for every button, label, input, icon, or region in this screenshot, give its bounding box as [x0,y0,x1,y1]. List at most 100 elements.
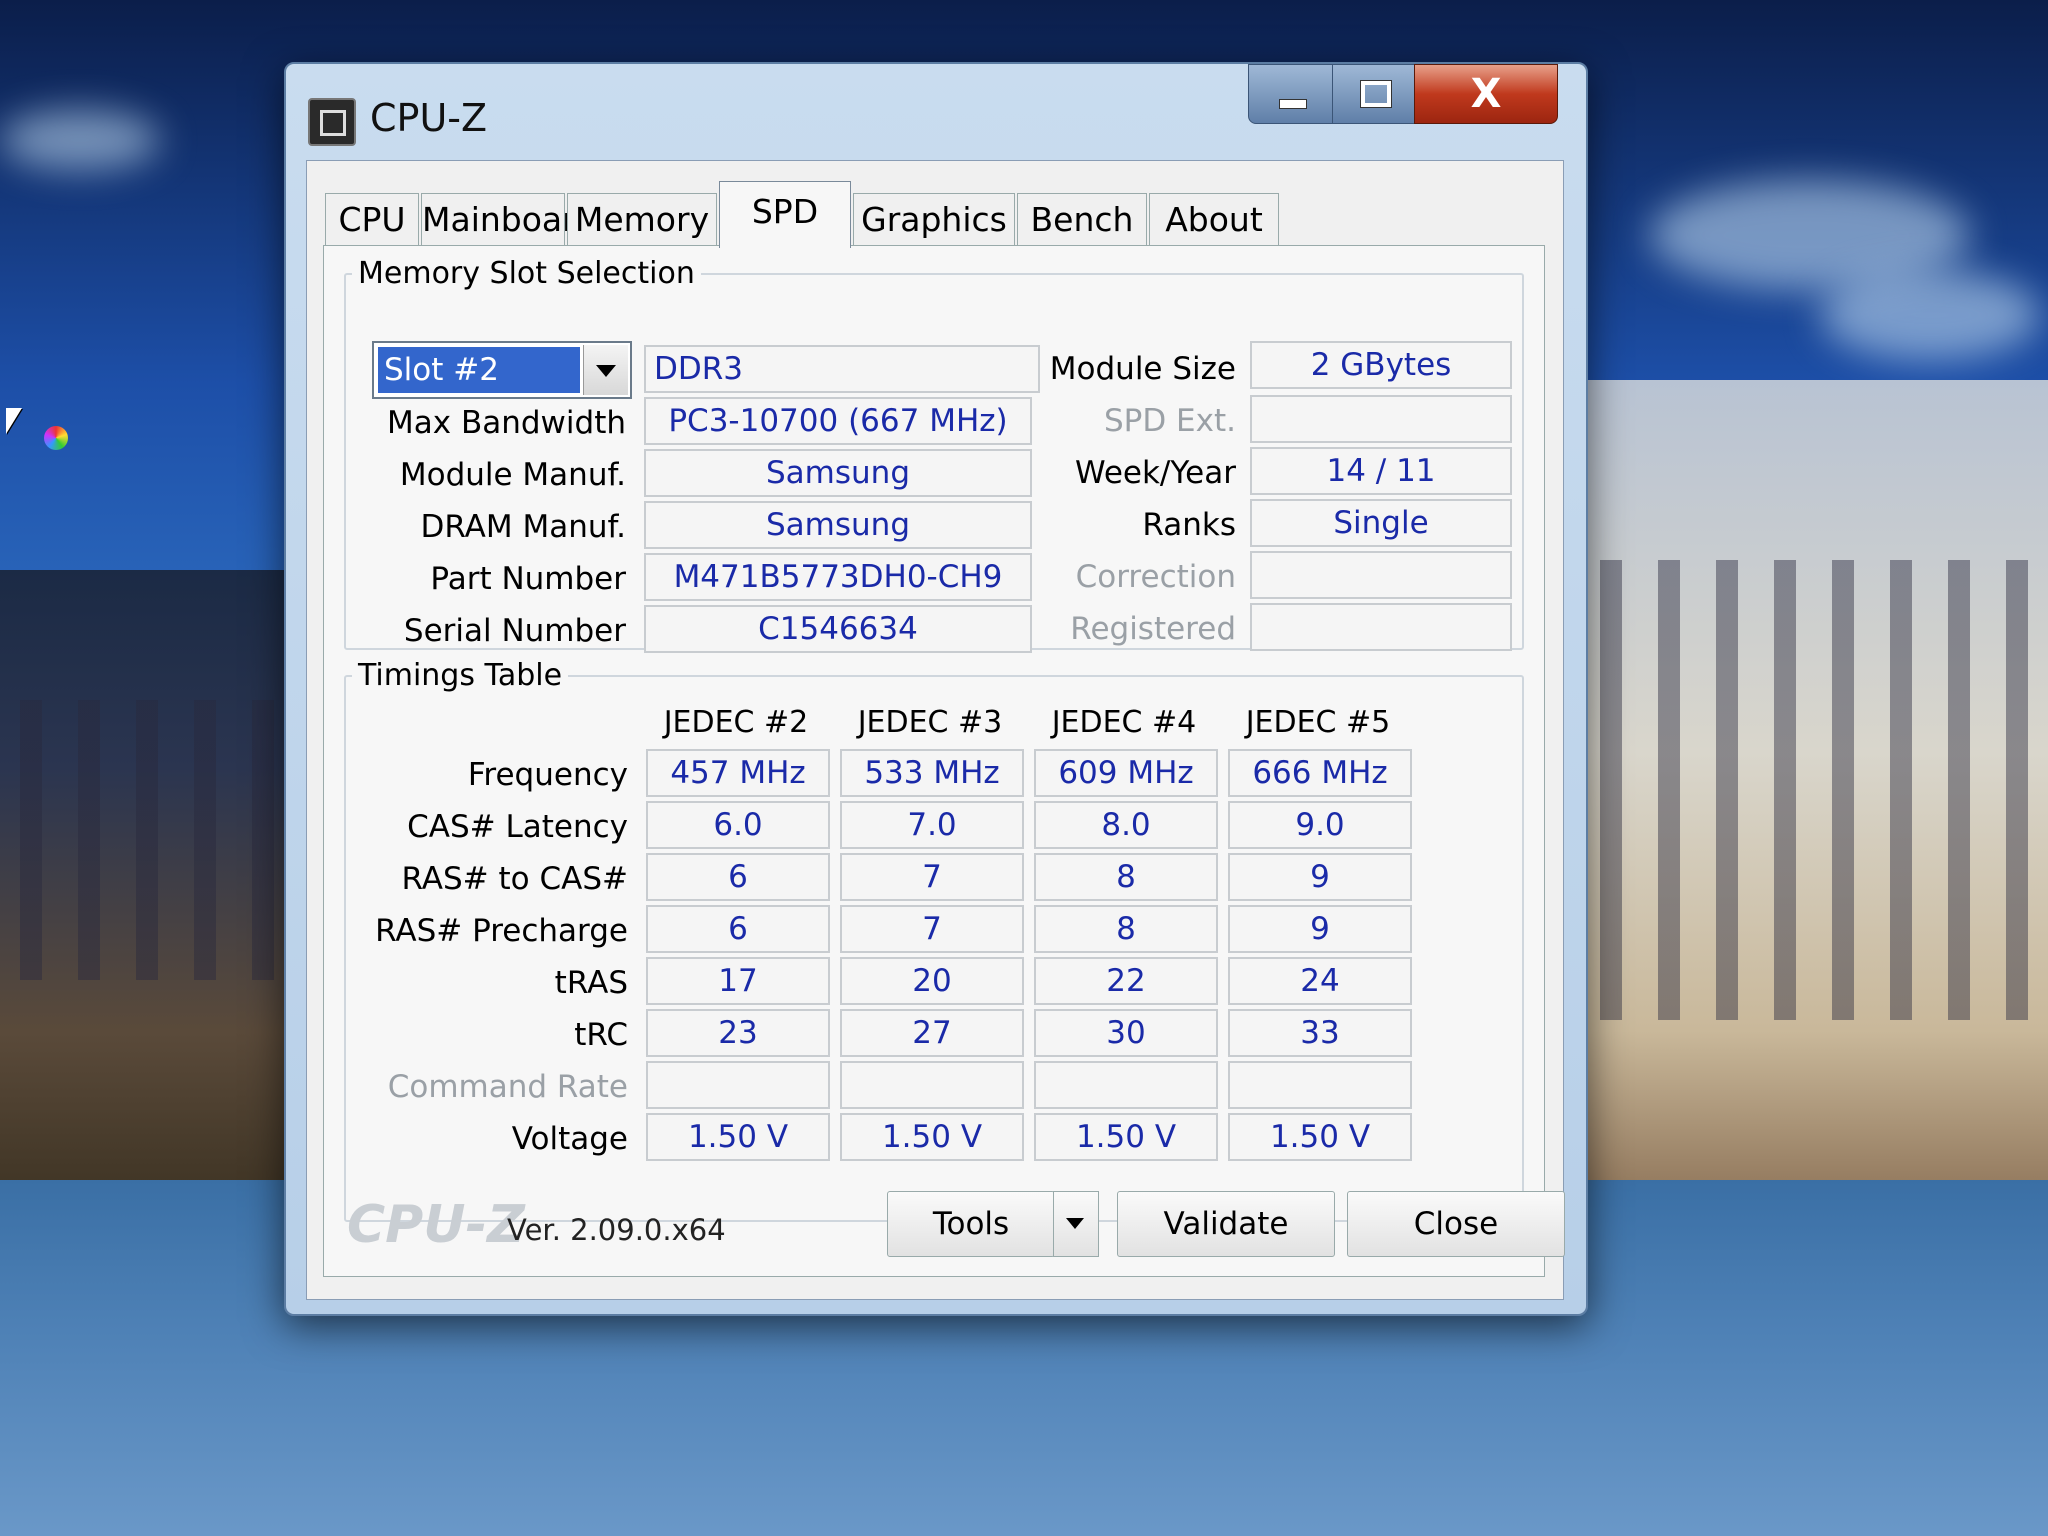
max-bandwidth-label: Max Bandwidth [387,405,626,441]
module-size-field: 2 GBytes [1250,341,1512,389]
close-window-button[interactable]: X [1414,64,1558,124]
ranks-label: Ranks [1142,507,1236,543]
part-number-label: Part Number [430,561,626,597]
timing-cell: 609 MHz [1034,749,1218,797]
chevron-down-icon[interactable] [583,345,628,395]
column-header: JEDEC #4 [1051,705,1197,740]
ranks-field: Single [1250,499,1512,547]
timing-cell: 7.0 [840,801,1024,849]
timings-table-legend: Timings Table [358,658,563,693]
spd-ext-field [1250,395,1512,443]
voltage-label: Voltage [511,1121,628,1157]
correction-field [1250,551,1512,599]
column-header: JEDEC #2 [663,705,809,740]
tab-spd[interactable]: SPD [719,181,851,248]
correction-label: Correction [1075,559,1236,595]
dram-manuf-label: DRAM Manuf. [420,509,626,545]
close-button[interactable]: Close [1347,1191,1565,1257]
serial-number-field: C1546634 [644,605,1032,653]
tab-mainboard[interactable]: Mainboard [421,193,596,246]
timing-cell: 27 [840,1009,1024,1057]
column-header: JEDEC #3 [857,705,1003,740]
tras-label: tRAS [554,965,628,1001]
timing-cell: 8 [1034,853,1218,901]
validate-button[interactable]: Validate [1117,1191,1335,1257]
tab-about[interactable]: About [1149,193,1279,246]
ras-to-cas-label: RAS# to CAS# [401,861,628,897]
dram-manuf-field: Samsung [644,501,1032,549]
timing-cell: 17 [646,957,830,1005]
maximize-button[interactable] [1332,64,1416,124]
tools-button[interactable]: Tools [887,1191,1055,1257]
week-year-label: Week/Year [1074,455,1236,491]
minimize-button[interactable] [1248,64,1334,124]
timing-cell [840,1061,1024,1109]
close-icon: X [1470,71,1502,117]
cloud [0,110,160,170]
tab-graphics[interactable]: Graphics [853,193,1015,246]
tab-cpu[interactable]: CPU [325,193,419,246]
memory-type-field: DDR3 [644,345,1040,393]
memory-slot-selection-legend: Memory Slot Selection [358,256,695,291]
timing-cell: 6 [646,905,830,953]
timing-cell: 9.0 [1228,801,1412,849]
timing-cell [1228,1061,1412,1109]
timing-cell: 1.50 V [1228,1113,1412,1161]
module-manuf-field: Samsung [644,449,1032,497]
timing-cell: 9 [1228,853,1412,901]
spd-ext-label: SPD Ext. [1103,403,1236,439]
timing-cell: 33 [1228,1009,1412,1057]
timings-table-group: Timings Table JEDEC #2 JEDEC #3 JEDEC #4… [344,658,1524,1222]
timing-cell: 8.0 [1034,801,1218,849]
mouse-cursor-icon [6,408,22,434]
timing-cell [646,1061,830,1109]
week-year-field: 14 / 11 [1250,447,1512,495]
timing-cell: 7 [840,853,1024,901]
module-manuf-label: Module Manuf. [399,457,626,493]
part-number-field: M471B5773DH0-CH9 [644,553,1032,601]
column-header: JEDEC #5 [1245,705,1391,740]
command-rate-label: Command Rate [387,1069,628,1105]
cpuz-app-icon[interactable] [308,98,356,146]
tab-memory[interactable]: Memory [567,193,717,246]
timing-cell: 9 [1228,905,1412,953]
timing-cell: 6.0 [646,801,830,849]
timing-cell: 24 [1228,957,1412,1005]
spd-panel: Memory Slot Selection Slot #2 DDR3 Modul… [323,245,1545,1277]
frequency-label: Frequency [467,757,628,793]
memory-slot-selection-group: Memory Slot Selection Slot #2 DDR3 Modul… [344,256,1524,653]
cpuz-window: CPU-Z X CPU Mainboard Memory SPD Graphic… [284,62,1588,1316]
busy-spinner-icon [44,426,68,450]
registered-field [1250,603,1512,651]
title-bar[interactable]: CPU-Z X [286,64,1586,152]
trc-label: tRC [574,1017,628,1053]
timing-cell: 22 [1034,957,1218,1005]
client-area: CPU Mainboard Memory SPD Graphics Bench … [306,160,1565,1300]
window-title: CPU-Z [370,96,488,140]
timing-cell: 533 MHz [840,749,1024,797]
timing-cell: 8 [1034,905,1218,953]
timing-cell: 1.50 V [646,1113,830,1161]
version-text: Ver. 2.09.0.x64 [507,1213,726,1247]
timing-cell: 20 [840,957,1024,1005]
timing-cell: 1.50 V [840,1113,1024,1161]
timing-cell: 457 MHz [646,749,830,797]
background-windows [1600,560,2040,1020]
cpuz-brand-logo: CPU-Z [347,1195,525,1255]
background-windows [20,700,320,980]
timing-cell: 23 [646,1009,830,1057]
max-bandwidth-field: PC3-10700 (667 MHz) [644,397,1032,445]
timing-cell: 1.50 V [1034,1113,1218,1161]
tab-bench[interactable]: Bench [1017,193,1147,246]
slot-select[interactable]: Slot #2 [372,341,632,399]
cas-latency-label: CAS# Latency [407,809,628,845]
timing-cell: 666 MHz [1228,749,1412,797]
timing-cell: 30 [1034,1009,1218,1057]
timing-cell: 6 [646,853,830,901]
tools-dropdown-arrow-icon[interactable] [1053,1191,1099,1257]
module-size-label: Module Size [1049,351,1236,387]
serial-number-label: Serial Number [403,613,626,649]
registered-label: Registered [1070,611,1236,647]
timing-cell [1034,1061,1218,1109]
slot-select-value: Slot #2 [378,347,580,393]
